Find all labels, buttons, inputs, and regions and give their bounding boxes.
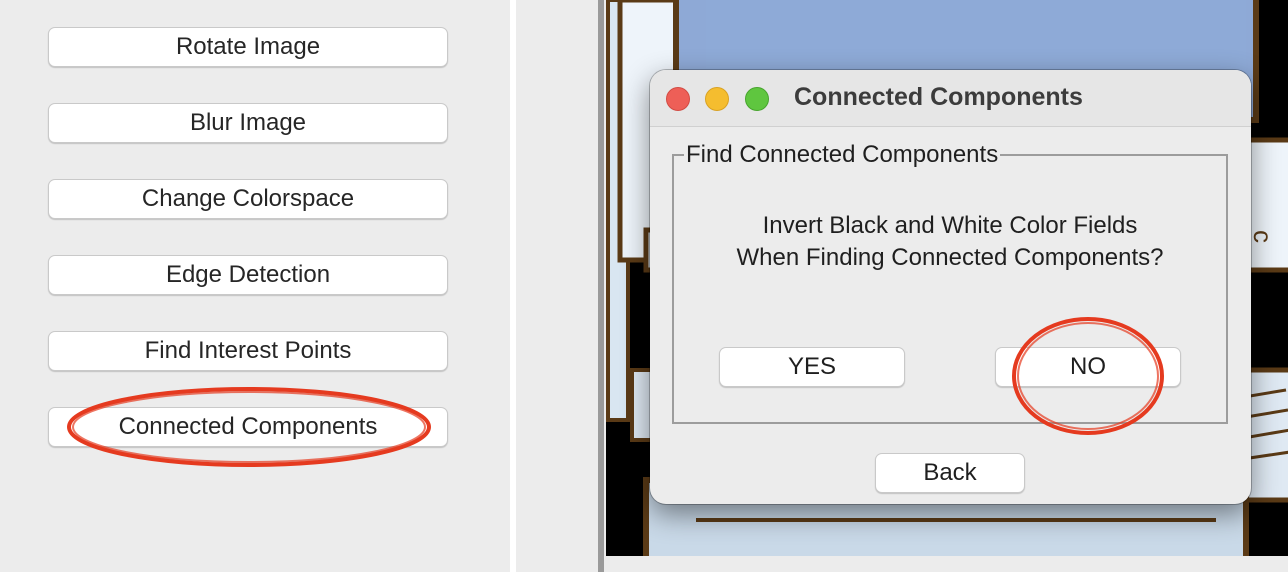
- close-window-icon[interactable]: [666, 87, 690, 111]
- question-line-1: Invert Black and White Color Fields: [762, 212, 1138, 239]
- minimize-window-icon[interactable]: [705, 87, 729, 111]
- rotate-image-button[interactable]: Rotate Image: [48, 27, 448, 67]
- yes-button[interactable]: YES: [719, 347, 905, 387]
- vertical-separator: [598, 0, 604, 572]
- middle-gutter: [516, 0, 600, 572]
- zoom-window-icon[interactable]: [745, 87, 769, 111]
- dialog-titlebar: Connected Components: [650, 70, 1251, 127]
- blur-image-button[interactable]: Blur Image: [48, 103, 448, 143]
- dialog-title: Connected Components: [794, 83, 1083, 111]
- connected-components-dialog: Connected Components Find Connected Comp…: [650, 70, 1251, 504]
- bottom-strip: [604, 556, 1288, 572]
- find-interest-points-button[interactable]: Find Interest Points: [48, 331, 448, 371]
- svg-text:c: c: [1248, 230, 1278, 243]
- operations-panel: Rotate Image Blur Image Change Colorspac…: [0, 0, 510, 572]
- connected-components-button[interactable]: Connected Components: [48, 407, 448, 447]
- group-title: Find Connected Components: [684, 141, 1001, 168]
- no-button[interactable]: NO: [995, 347, 1181, 387]
- question-line-2: When Finding Connected Components?: [736, 244, 1164, 271]
- change-colorspace-button[interactable]: Change Colorspace: [48, 179, 448, 219]
- edge-detection-button[interactable]: Edge Detection: [48, 255, 448, 295]
- invert-question: Invert Black and White Color Fields When…: [672, 210, 1228, 274]
- back-button[interactable]: Back: [875, 453, 1025, 493]
